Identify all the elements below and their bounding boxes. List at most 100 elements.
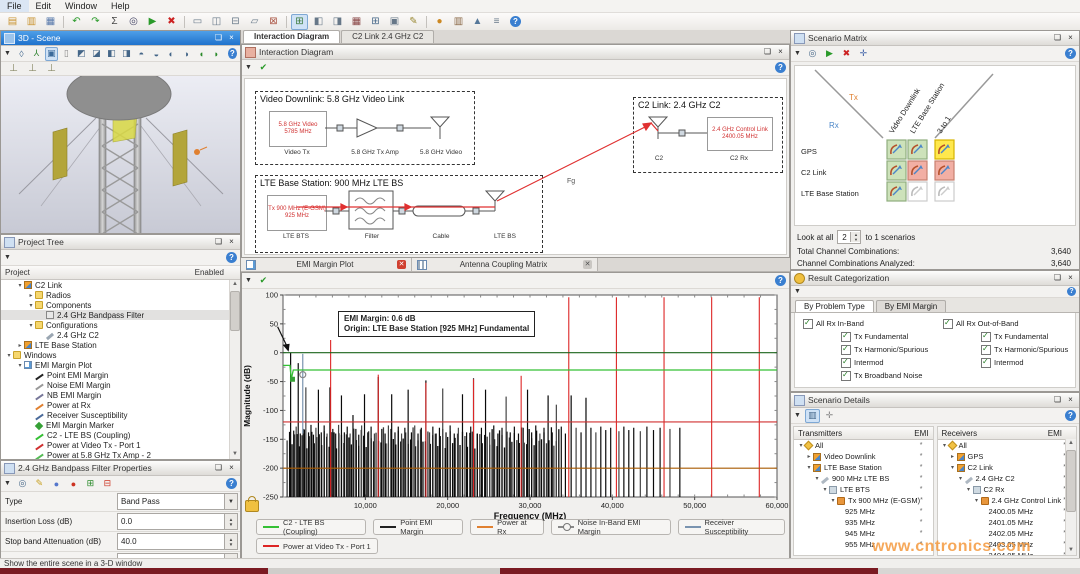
detail-item-2-4-ghz-control-link[interactable]: ▾2.4 GHz Control Link* xyxy=(938,495,1077,506)
add-row-icon[interactable]: ⊞ xyxy=(83,477,98,491)
detail-item-2-4-ghz-c2[interactable]: ▾2.4 GHz C2* xyxy=(938,473,1077,484)
receivers-header[interactable]: Receivers EMI xyxy=(938,427,1077,440)
iso-view-2-icon[interactable]: ◪ xyxy=(90,47,103,61)
axes-icon[interactable]: ⅄ xyxy=(30,47,43,61)
view-left-icon[interactable]: ◐ xyxy=(165,47,178,61)
emi-column-header[interactable]: EMI xyxy=(1048,429,1062,438)
tab-by-emi-margin[interactable]: By EMI Margin xyxy=(876,300,946,312)
close-panel-button[interactable]: × xyxy=(226,463,237,473)
tree-item-emi-margin-plot[interactable]: ▾EMI Margin Plot xyxy=(1,360,240,370)
checkbox-all-rx-in-band[interactable]: All Rx In-Band xyxy=(795,317,935,330)
toolbar-menu-arrow[interactable]: ▼ xyxy=(794,50,801,57)
checkbox-tx-harmonic-spurious[interactable]: Tx Harmonic/Spurious xyxy=(935,343,1075,356)
checkbox-tx-fundamental[interactable]: Tx Fundamental xyxy=(935,330,1075,343)
spinner-control[interactable]: ▲▼ xyxy=(224,533,238,550)
menu-help[interactable]: Help xyxy=(104,0,137,12)
checkbox-all-rx-out-of-band[interactable]: All Rx Out-of-Band xyxy=(935,317,1075,330)
project-tree-scrollbar[interactable]: ▲▼ xyxy=(229,280,240,459)
expander-icon[interactable]: ▸ xyxy=(27,292,35,299)
c2-rx-box[interactable]: 2.4 GHz Control Link 2400.05 MHz xyxy=(707,117,773,151)
emi-column-header[interactable]: EMI xyxy=(914,429,928,438)
float-panel-button[interactable]: ❏ xyxy=(762,47,773,57)
expander-icon[interactable]: ▾ xyxy=(821,486,829,493)
video-tx-box[interactable]: 5.8 GHz Video 5785 MHz xyxy=(269,111,327,147)
expander-icon[interactable]: ▾ xyxy=(16,362,24,369)
categorization-icon[interactable]: ● xyxy=(431,14,448,30)
move-icon[interactable]: ✛ xyxy=(856,47,871,61)
close-panel-button[interactable]: × xyxy=(1065,273,1076,283)
close-panel-button[interactable]: × xyxy=(775,47,786,57)
cancel-icon[interactable]: ✖ xyxy=(839,47,854,61)
detail-item-900-mhz-lte-bs[interactable]: ▾900 MHz LTE BS* xyxy=(794,473,933,484)
tree-item-2-4-ghz-c2[interactable]: 2.4 GHz C2 xyxy=(1,330,240,340)
tab-emi-margin-plot[interactable]: EMI Margin Plot✕ xyxy=(241,258,412,271)
coupling-matrix-icon[interactable]: ⊞ xyxy=(367,14,384,30)
tree-item-emi-margin-marker[interactable]: EMI Margin Marker xyxy=(1,420,240,430)
receivers-scrollbar[interactable]: ▲▼ xyxy=(1065,439,1076,555)
pin-view-icon[interactable]: ◊ xyxy=(15,47,28,61)
detail-item-tx-900-mhz-e-gsm-[interactable]: ▾Tx 900 MHz (E-GSM)* xyxy=(794,495,933,506)
expander-icon[interactable]: ▸ xyxy=(805,453,813,460)
detail-item-2400-05-mhz[interactable]: 2400.05 MHz* xyxy=(938,506,1077,517)
expander-icon[interactable]: ▾ xyxy=(27,322,35,329)
cancel-icon[interactable]: ✖ xyxy=(163,14,180,30)
tree-item-configurations[interactable]: ▾Configurations xyxy=(1,320,240,330)
toolbar-menu-arrow[interactable]: ▼ xyxy=(245,277,252,284)
help-icon[interactable]: ? xyxy=(226,478,237,489)
lock-icon[interactable] xyxy=(245,500,259,512)
detail-item-video-downlink[interactable]: ▸Video Downlink* xyxy=(794,451,933,462)
window-close-icon[interactable]: ⊠ xyxy=(265,14,282,30)
split-left-icon[interactable]: ◧ xyxy=(310,14,327,30)
tree-item-point-emi-margin[interactable]: Point EMI Margin xyxy=(1,370,240,380)
scenario-details-titlebar[interactable]: Scenario Details ❏ × xyxy=(791,393,1079,408)
detail-item-lte-bts[interactable]: ▾LTE BTS* xyxy=(794,484,933,495)
scene-3d-viewport[interactable] xyxy=(1,76,240,234)
close-panel-button[interactable]: × xyxy=(226,237,237,247)
filter-edit-icon[interactable]: ◎ xyxy=(15,477,30,491)
run-analysis-icon[interactable]: ▶ xyxy=(144,14,161,30)
tree-item-nb-emi-margin[interactable]: NB EMI Margin xyxy=(1,390,240,400)
tree-item-components[interactable]: ▾Components xyxy=(1,300,240,310)
detail-item-c2-rx[interactable]: ▾C2 Rx* xyxy=(938,484,1077,495)
iso-view-1-icon[interactable]: ◩ xyxy=(75,47,88,61)
checkbox-tx-harmonic-spurious[interactable]: Tx Harmonic/Spurious xyxy=(795,343,935,356)
expander-icon[interactable]: ▾ xyxy=(957,475,965,482)
property-value-field[interactable]: 0.0▲▼ xyxy=(117,513,226,530)
expander-icon[interactable]: ▸ xyxy=(949,453,957,460)
toolbar-menu-arrow[interactable]: ▼ xyxy=(794,288,801,295)
checkbox-checked-icon[interactable] xyxy=(981,345,991,355)
filter-properties-titlebar[interactable]: 2.4 GHz Bandpass Filter Properties ❏ × xyxy=(1,461,240,476)
scene-3d-titlebar[interactable]: 3D - Scene ❏ × xyxy=(1,31,240,46)
antenna-tool-icon[interactable]: ▲ xyxy=(469,14,486,30)
error-icon[interactable]: ● xyxy=(66,477,81,491)
help-icon[interactable]: ? xyxy=(510,16,521,27)
project-tree-titlebar[interactable]: Project Tree ❏ × xyxy=(1,235,240,250)
scenario-matrix-grid[interactable]: TxRxVideo DownlinkLTE Base Station3 to 1… xyxy=(794,65,1076,226)
detail-item-lte-base-station[interactable]: ▾LTE Base Station* xyxy=(794,462,933,473)
window-tile-icon[interactable]: ⊟ xyxy=(227,14,244,30)
wand-icon[interactable]: ✎ xyxy=(405,14,422,30)
tree-item-receiver-susceptibility[interactable]: Receiver Susceptibility xyxy=(1,410,240,420)
redo-icon[interactable]: ↷ xyxy=(87,14,104,30)
view-right-icon[interactable]: ◑ xyxy=(180,47,193,61)
float-panel-button[interactable]: ❏ xyxy=(213,237,224,247)
menu-edit[interactable]: Edit xyxy=(29,0,59,12)
toolbar-menu-arrow[interactable]: ▼ xyxy=(794,412,801,419)
list-icon[interactable]: ≡ xyxy=(488,14,505,30)
close-tab-icon[interactable]: ✕ xyxy=(583,260,592,269)
float-panel-button[interactable]: ❏ xyxy=(213,33,224,43)
run-icon[interactable]: ▶ xyxy=(822,47,837,61)
close-panel-button[interactable]: × xyxy=(226,33,237,43)
help-icon[interactable]: ? xyxy=(775,62,786,73)
legend-receiver-susceptibility[interactable]: Receiver Susceptibility xyxy=(678,519,786,535)
transmitters-header[interactable]: Transmitters EMI xyxy=(794,427,933,440)
legend-c2-lte-bs-coupling-[interactable]: C2 - LTE BS (Coupling) xyxy=(256,519,366,535)
property-value-field[interactable]: Band Pass▼ xyxy=(117,493,226,510)
checkbox-checked-icon[interactable] xyxy=(841,358,851,368)
window-cascade-icon[interactable]: ◫ xyxy=(208,14,225,30)
checkbox-tx-fundamental[interactable]: Tx Fundamental xyxy=(795,330,935,343)
tree-item-c2-link[interactable]: ▾C2 Link xyxy=(1,280,240,290)
iso-view-3-icon[interactable]: ◧ xyxy=(105,47,118,61)
undo-icon[interactable]: ↶ xyxy=(68,14,85,30)
help-icon[interactable]: ? xyxy=(1065,48,1076,59)
